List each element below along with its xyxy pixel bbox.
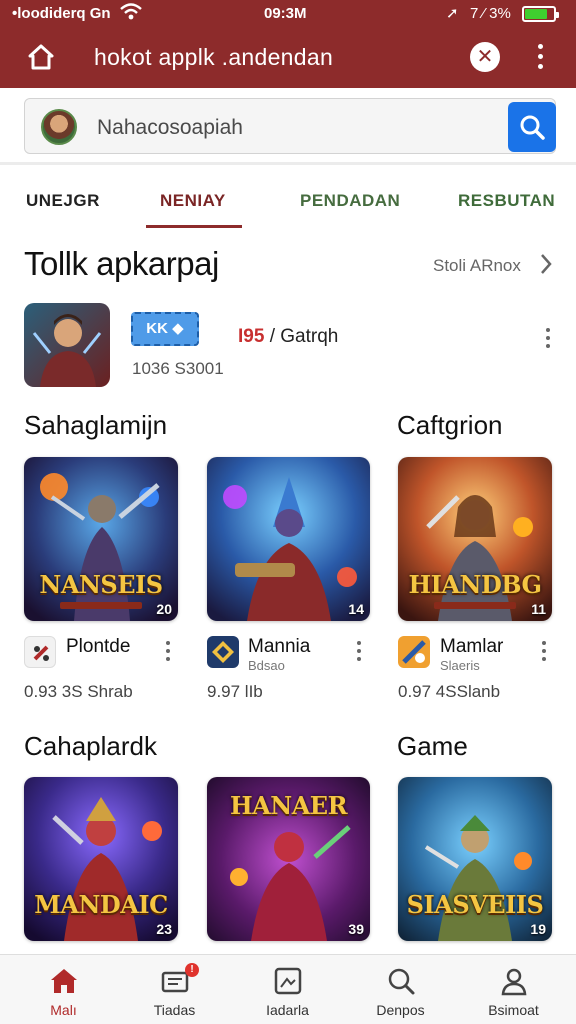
app-art-title: MANDAIC (34, 890, 168, 919)
tag-icon: ◆ (172, 320, 184, 337)
app-rank: 39 (348, 921, 364, 937)
featured-badge-label: KK (146, 320, 168, 337)
app-name[interactable]: Mamlar (440, 636, 503, 658)
nav-item-gallery[interactable]: Iadarla (230, 955, 345, 1024)
app-card-art[interactable]: NANSEIS 20 (24, 457, 178, 621)
avatar[interactable] (41, 109, 77, 145)
app-rank: 14 (348, 601, 364, 617)
search-input[interactable]: Nahacosoapiah (97, 116, 243, 140)
tab-2[interactable]: NENIAY (160, 191, 226, 211)
profile-icon (498, 965, 530, 997)
nav-label: Bsimoat (488, 1002, 539, 1018)
app-more-icon[interactable] (164, 641, 172, 661)
app-meta: 9.97 lIb (207, 682, 263, 701)
battery-icon (522, 6, 559, 22)
nav-item-home[interactable]: Malı (6, 955, 121, 1024)
app-card-art[interactable]: HIANDBG 11 (398, 457, 552, 621)
category-heading-1: Sahaglamijn (24, 410, 168, 440)
nav-label: Malı (50, 1002, 77, 1018)
nav-label: Denpos (376, 1002, 425, 1018)
nav-item-profile[interactable]: Bsimoat (456, 955, 571, 1024)
app-art-title: HANAER (229, 791, 348, 820)
featured-rating-text: / Gatrqh (269, 326, 339, 347)
image-icon (272, 965, 304, 997)
search-icon (385, 965, 417, 997)
bottom-navigation: Malı ! Tiadas Iadarla Denpos Bsimoat (0, 954, 576, 1024)
chevron-right-icon[interactable] (538, 252, 554, 276)
notification-badge: ! (185, 963, 199, 977)
app-rank: 23 (156, 921, 172, 937)
nav-label: Iadarla (266, 1002, 309, 1018)
active-tab-indicator (146, 225, 242, 228)
battery-percent: 7 ⁄ 3% (470, 5, 511, 22)
nav-item-inbox[interactable]: ! Tiadas (117, 955, 232, 1024)
app-rank: 19 (530, 921, 546, 937)
art-banner (60, 602, 142, 609)
app-card-art[interactable]: HANAER 39 (207, 777, 370, 941)
featured-rating: I95 / Gatrqh (238, 326, 338, 348)
search-button[interactable] (508, 102, 556, 152)
app-art-title: SIASVEIIS (406, 890, 544, 919)
home-icon (48, 965, 80, 997)
app-icon[interactable] (24, 636, 56, 668)
app-card-art[interactable]: MANDAIC 23 (24, 777, 178, 941)
app-icon[interactable] (398, 636, 430, 668)
location-icon: ➚ (446, 5, 459, 22)
app-name[interactable]: Mannia (248, 636, 310, 658)
app-developer: Bdsao (248, 658, 285, 673)
app-meta: 0.97 4SSlanb (398, 682, 501, 701)
featured-app-icon[interactable] (24, 303, 110, 387)
category-heading-4: Game (397, 731, 468, 761)
app-art-title: HIANDBG (408, 570, 543, 599)
app-more-icon[interactable] (355, 641, 363, 661)
featured-rating-number: I95 (238, 326, 265, 347)
category-heading-3: Cahaplardk (24, 731, 157, 761)
art-banner (434, 602, 516, 609)
section-title: Tollk apkarpaj (24, 245, 219, 282)
see-more-link[interactable]: Stoli ARnox (433, 256, 521, 276)
tab-3[interactable]: PENDADAN (300, 191, 400, 211)
tab-4[interactable]: RESBUTAN (458, 191, 555, 211)
search-bar[interactable]: Nahacosoapiah (24, 98, 556, 154)
app-title: hokot applk .andendan (94, 44, 334, 70)
nav-item-search[interactable]: Denpos (343, 955, 458, 1024)
app-rank: 20 (156, 601, 172, 617)
divider (0, 162, 576, 165)
featured-more-icon[interactable] (544, 328, 552, 348)
home-icon[interactable] (26, 42, 56, 72)
tab-1[interactable]: UNEJGR (26, 191, 100, 211)
app-more-icon[interactable] (540, 641, 548, 661)
clock: 09:3M (264, 5, 307, 22)
status-bar: •loodiderq Gn 09:3M ➚ 7 ⁄ 3% (0, 0, 576, 28)
carrier-label: •loodiderq Gn (12, 5, 111, 22)
app-name[interactable]: Plontde (66, 636, 130, 658)
nav-label: Tiadas (153, 1002, 196, 1018)
wifi-icon (120, 2, 142, 27)
app-bar: hokot applk .andendan ✕ (0, 28, 576, 88)
search-icon (520, 115, 545, 140)
app-developer: Slaeris (440, 658, 480, 673)
app-rank: 11 (531, 601, 546, 617)
app-meta: 0.93 3S Shrab (24, 682, 133, 701)
close-icon[interactable]: ✕ (470, 42, 500, 72)
app-card-art[interactable]: 14 (207, 457, 370, 621)
more-vertical-icon[interactable] (533, 44, 547, 72)
category-heading-2: Caftgrion (397, 410, 503, 440)
featured-downloads: 1036 S3001 (132, 359, 224, 378)
app-icon[interactable] (207, 636, 239, 668)
app-card-art[interactable]: SIASVEIIS 19 (398, 777, 552, 941)
app-art-title: NANSEIS (39, 570, 163, 599)
featured-badge: KK ◆ (131, 312, 199, 346)
